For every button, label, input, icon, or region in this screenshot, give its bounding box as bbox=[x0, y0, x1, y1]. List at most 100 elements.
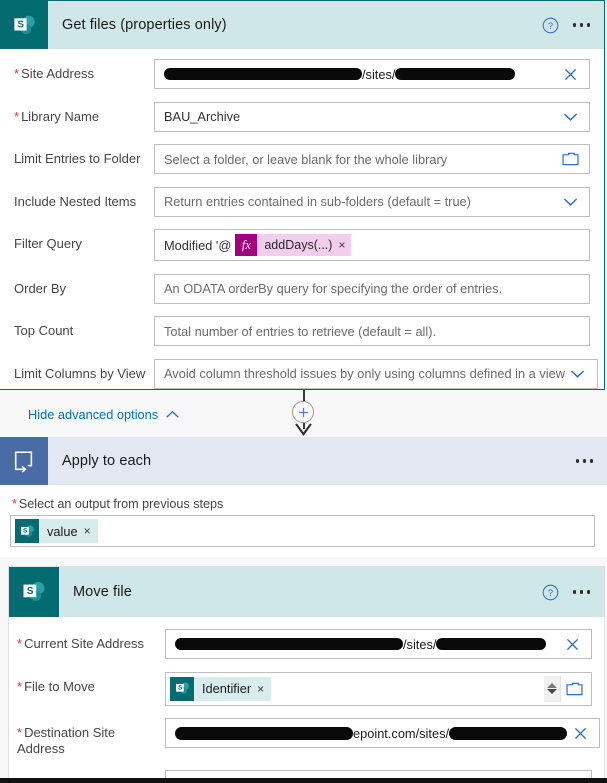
library-name-value: BAU_Archive bbox=[164, 109, 241, 124]
site-address-value: /sites/ bbox=[164, 67, 557, 82]
limit-entries-placeholder: Select a folder, or leave blank for the … bbox=[164, 151, 448, 167]
svg-text:S: S bbox=[27, 586, 34, 597]
file-to-move-value: S Identifier × bbox=[170, 676, 544, 701]
help-circle-icon[interactable]: ? bbox=[542, 17, 559, 34]
spinner-stepper[interactable] bbox=[544, 675, 561, 702]
apply-to-each-input[interactable]: S value × bbox=[10, 515, 595, 547]
library-name-dropdown[interactable]: BAU_Archive bbox=[154, 101, 590, 132]
include-nested-items-dropdown[interactable]: Return entries contained in sub-folders … bbox=[154, 186, 590, 217]
help-circle-icon[interactable]: ? bbox=[542, 584, 559, 601]
ellipsis-icon[interactable] bbox=[575, 459, 593, 463]
formula-token-label: addDays(...) bbox=[264, 238, 333, 252]
file-to-move-input[interactable]: S Identifier × bbox=[165, 671, 592, 706]
formula-token-adddays[interactable]: fx addDays(...) × bbox=[235, 234, 352, 256]
file-picker-controls bbox=[544, 675, 587, 702]
card-header-get-files[interactable]: S Get files (properties only) ? bbox=[0, 1, 604, 49]
required-marker: * bbox=[17, 636, 23, 651]
required-marker: * bbox=[12, 497, 17, 511]
dynamic-token-identifier[interactable]: S Identifier × bbox=[170, 676, 272, 701]
flow-connector bbox=[0, 390, 607, 437]
field-row-limit-columns-by-view: Limit Columns by View Avoid column thres… bbox=[14, 358, 598, 389]
plus-icon bbox=[298, 407, 308, 417]
action-card-apply-to-each[interactable]: Apply to each * Select an output from pre… bbox=[0, 437, 607, 557]
field-label-limit-entries-to-folder: Limit Entries to Folder bbox=[14, 151, 141, 166]
field-row-file-to-move: * File to Move S Identifier × bbox=[17, 671, 592, 706]
dynamic-token-label: Identifier bbox=[202, 681, 252, 696]
required-marker: * bbox=[17, 678, 23, 694]
limit-columns-placeholder: Avoid column threshold issues by only us… bbox=[164, 366, 565, 381]
sharepoint-icon: S bbox=[15, 519, 39, 543]
field-row-library-name: * Library Name BAU_Archive bbox=[14, 101, 590, 132]
move-file-form: * Current Site Address /sites/ * File to M… bbox=[9, 617, 604, 783]
required-marker: * bbox=[14, 66, 20, 81]
fx-icon: fx bbox=[235, 234, 258, 256]
flow-designer-canvas: S Get files (properties only) ? * Site Ad… bbox=[0, 0, 607, 783]
apply-to-each-value: S value × bbox=[15, 519, 588, 543]
filter-query-value: Modified '@ fx addDays(...) × bbox=[164, 234, 583, 256]
card-header-move-file[interactable]: S Move file ? bbox=[9, 567, 604, 617]
field-row-top-count: Top Count Total number of entries to ret… bbox=[14, 316, 590, 346]
current-site-address-input[interactable]: /sites/ bbox=[165, 629, 592, 659]
limit-entries-to-folder-input[interactable]: Select a folder, or leave blank for the … bbox=[154, 144, 590, 174]
field-label-site-address: * Site Address bbox=[14, 66, 95, 81]
field-row-filter-query: Filter Query Modified '@ fx addDays(...)… bbox=[14, 229, 590, 261]
top-count-input[interactable]: Total number of entries to retrieve (def… bbox=[154, 316, 590, 346]
action-card-move-file[interactable]: S Move file ? * Current Site Address /si… bbox=[8, 566, 605, 783]
close-icon[interactable]: × bbox=[84, 524, 98, 538]
filter-query-text: Modified '@ bbox=[164, 237, 232, 253]
sharepoint-icon: S bbox=[9, 567, 59, 617]
order-by-placeholder: An ODATA orderBy query for specifying th… bbox=[164, 281, 503, 296]
field-label-file-to-move: * File to Move bbox=[17, 678, 95, 694]
field-row-limit-entries-to-folder: Limit Entries to Folder Select a folder,… bbox=[14, 144, 590, 174]
site-address-input[interactable]: /sites/ bbox=[154, 59, 590, 89]
clear-x-icon[interactable] bbox=[557, 62, 583, 86]
ellipsis-icon[interactable] bbox=[572, 23, 590, 27]
dynamic-token-value[interactable]: S value × bbox=[15, 519, 98, 543]
connector-line-top bbox=[303, 390, 305, 401]
card-header-actions: ? bbox=[542, 584, 605, 601]
clear-x-icon[interactable] bbox=[567, 721, 593, 745]
spinner-down-icon[interactable] bbox=[547, 689, 557, 694]
window-bottom-edge bbox=[0, 778, 607, 783]
card-title-apply-to-each: Apply to each bbox=[62, 453, 152, 469]
ellipsis-icon[interactable] bbox=[572, 590, 590, 594]
folder-icon[interactable] bbox=[561, 677, 587, 701]
svg-text:?: ? bbox=[547, 588, 552, 598]
required-marker: * bbox=[14, 108, 20, 124]
field-label-top-count: Top Count bbox=[14, 323, 74, 338]
top-count-placeholder: Total number of entries to retrieve (def… bbox=[164, 323, 437, 339]
filter-query-input[interactable]: Modified '@ fx addDays(...) × bbox=[154, 229, 590, 261]
svg-text:S: S bbox=[178, 685, 182, 692]
folder-icon[interactable] bbox=[557, 147, 583, 171]
close-icon[interactable]: × bbox=[338, 238, 351, 252]
chevron-down-icon[interactable] bbox=[565, 362, 591, 386]
required-marker: * bbox=[17, 725, 23, 740]
chevron-down-icon[interactable] bbox=[557, 190, 583, 214]
order-by-input[interactable]: An ODATA orderBy query for specifying th… bbox=[154, 273, 590, 304]
close-icon[interactable]: × bbox=[257, 682, 271, 696]
include-nested-items-placeholder: Return entries contained in sub-folders … bbox=[164, 194, 471, 209]
destination-site-address-value: epoint.com/sites/ bbox=[175, 726, 568, 741]
svg-text:S: S bbox=[17, 19, 24, 30]
card-header-actions: ? bbox=[542, 17, 605, 34]
apply-to-each-body: *Select an output from previous steps S bbox=[0, 485, 607, 547]
clear-x-icon[interactable] bbox=[559, 632, 585, 656]
dynamic-token-label: value bbox=[47, 523, 78, 539]
field-label-limit-columns-by-view: Limit Columns by View bbox=[14, 365, 146, 381]
limit-columns-by-view-dropdown[interactable]: Avoid column threshold issues by only us… bbox=[154, 358, 598, 389]
add-step-button[interactable] bbox=[292, 401, 314, 423]
field-label-current-site-address: * Current Site Address bbox=[17, 636, 145, 651]
spinner-up-icon[interactable] bbox=[547, 683, 557, 688]
field-row-destination-site-address: * Destination Site Address epoint.com/sit… bbox=[17, 718, 601, 758]
card-header-actions bbox=[575, 459, 607, 463]
destination-site-address-input[interactable]: epoint.com/sites/ bbox=[165, 718, 601, 748]
svg-text:?: ? bbox=[547, 21, 552, 31]
apply-to-each-input-label: * Select an output from previous steps bbox=[12, 497, 224, 511]
action-card-get-files[interactable]: S Get files (properties only) ? * Site Ad… bbox=[0, 0, 605, 422]
field-row-current-site-address: * Current Site Address /sites/ bbox=[17, 629, 592, 659]
current-site-address-value: /sites/ bbox=[175, 637, 559, 652]
card-header-apply-to-each[interactable]: Apply to each bbox=[0, 437, 607, 485]
sharepoint-icon: S bbox=[0, 1, 48, 49]
field-label-destination-site-address: * Destination Site Address bbox=[17, 725, 116, 757]
chevron-down-icon[interactable] bbox=[557, 105, 583, 129]
